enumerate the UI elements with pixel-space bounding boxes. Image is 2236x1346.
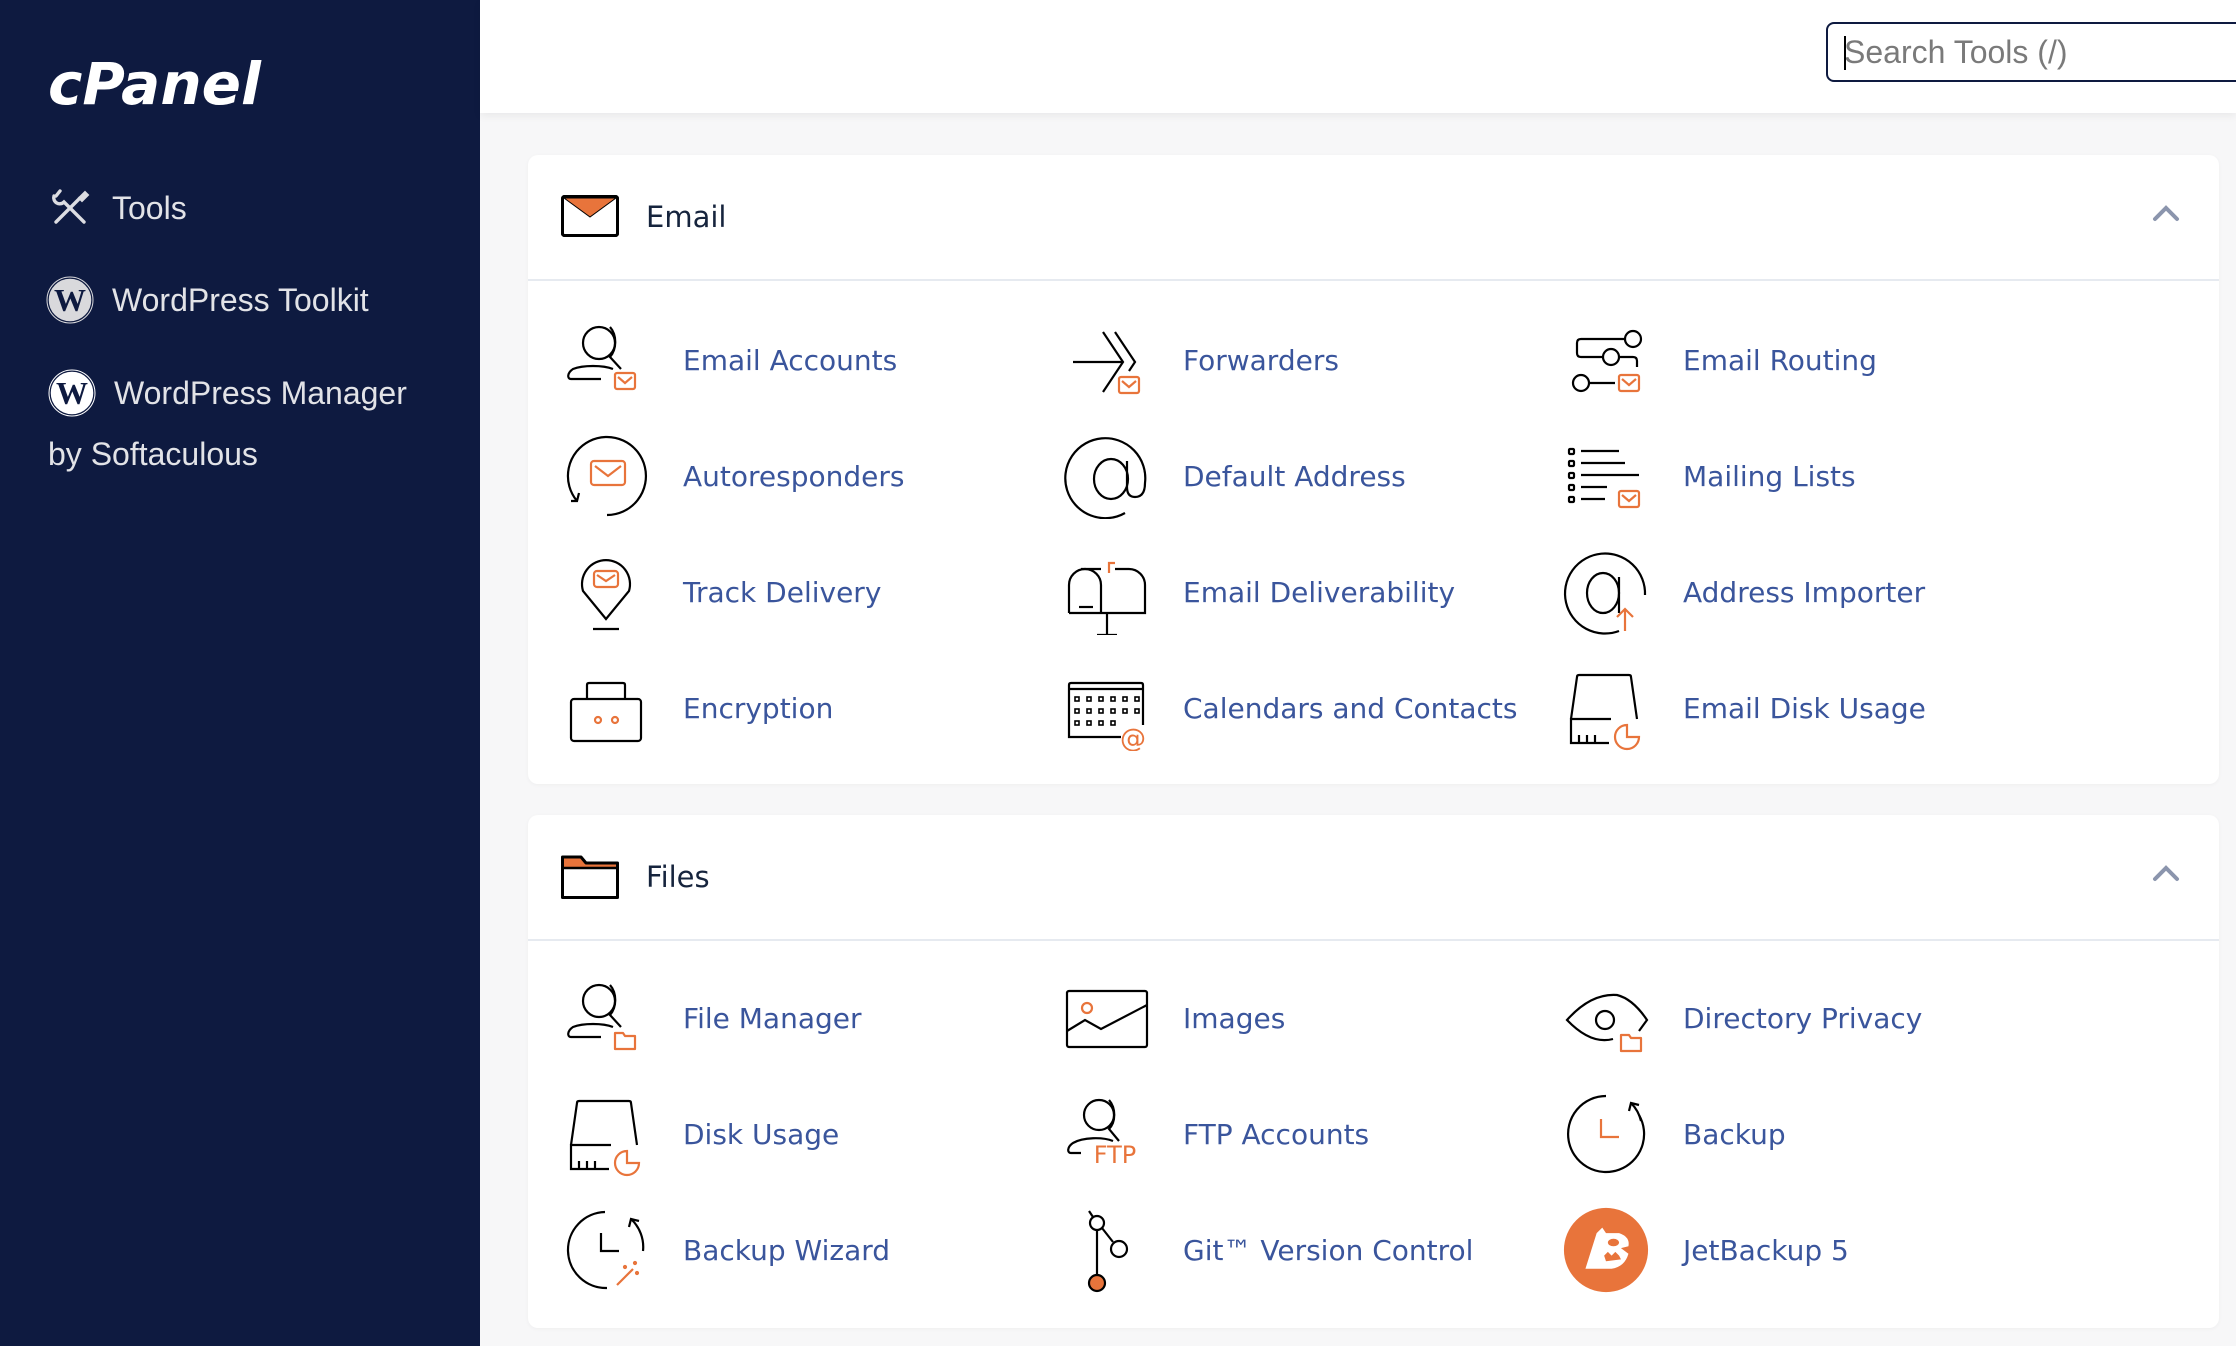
disk-usage-icon [563, 1091, 649, 1177]
envelope-icon [561, 195, 619, 241]
tool-label: Mailing Lists [1683, 459, 1856, 493]
tool-mailing-lists[interactable]: Mailing Lists [1563, 431, 1856, 521]
tool-label: Default Address [1183, 459, 1406, 493]
mailbox-icon [1063, 549, 1149, 635]
tool-label: Email Deliverability [1183, 575, 1456, 609]
section-header-email[interactable]: Email [528, 155, 2219, 281]
wordpress-icon: W [48, 369, 96, 417]
at-sign-icon [1063, 433, 1149, 519]
tool-label: Autoresponders [683, 459, 905, 493]
disk-usage-icon [1563, 665, 1649, 751]
autoresponders-icon [563, 433, 649, 519]
search-input[interactable] [1828, 24, 2236, 80]
sidebar-item-label: WordPress Toolkit [112, 281, 369, 318]
tool-label: Images [1183, 1001, 1286, 1035]
tool-directory-privacy[interactable]: Directory Privacy [1563, 973, 1922, 1063]
sidebar-item-label: Tools [112, 189, 187, 226]
mailing-lists-icon [1563, 433, 1649, 519]
tool-address-importer[interactable]: Address Importer [1563, 547, 1925, 637]
tool-label: Git™ Version Control [1183, 1233, 1474, 1267]
svg-text:@: @ [1120, 724, 1146, 751]
tool-autoresponders[interactable]: Autoresponders [563, 431, 904, 521]
file-manager-icon [563, 975, 649, 1061]
tool-label: Disk Usage [683, 1117, 840, 1151]
tool-email-deliverability[interactable]: Email Deliverability [1063, 547, 1455, 637]
email-accounts-icon [563, 317, 649, 403]
chevron-up-icon[interactable] [2151, 863, 2181, 887]
calendar-icon: @ [1063, 665, 1149, 751]
backup-wizard-icon [563, 1207, 649, 1293]
address-importer-icon [1563, 549, 1649, 635]
svg-text:W: W [56, 375, 88, 411]
tool-label: Email Disk Usage [1683, 691, 1926, 725]
tool-label: Encryption [683, 691, 834, 725]
sidebar-item-sublabel[interactable]: by Softaculous [48, 436, 258, 473]
section-title: Files [646, 860, 710, 894]
tool-label: Forwarders [1183, 343, 1339, 377]
tool-images[interactable]: Images [1063, 973, 1285, 1063]
chevron-up-icon[interactable] [2151, 203, 2181, 227]
git-icon [1063, 1207, 1149, 1293]
tool-label: Email Accounts [683, 343, 898, 377]
sidebar: cPanel Tools W WordPress Toolkit W WordP… [0, 0, 480, 1346]
lock-icon [563, 665, 649, 751]
sidebar-item-label: WordPress Manager [114, 374, 407, 411]
tool-encryption[interactable]: Encryption [563, 663, 833, 753]
section-title: Email [646, 200, 727, 234]
ftp-accounts-icon: FTP [1063, 1091, 1149, 1177]
tool-jetbackup[interactable]: JetBackup 5 [1563, 1205, 1849, 1295]
search-tools-input[interactable] [1826, 22, 2236, 82]
tool-label: Backup [1683, 1117, 1786, 1151]
email-routing-icon [1563, 317, 1649, 403]
tool-label: Calendars and Contacts [1183, 691, 1518, 725]
image-icon [1063, 975, 1149, 1061]
tool-email-disk-usage[interactable]: Email Disk Usage [1563, 663, 1926, 753]
tool-label: FTP Accounts [1183, 1117, 1370, 1151]
tool-label: Email Routing [1683, 343, 1877, 377]
sidebar-item-tools[interactable]: Tools [46, 184, 187, 232]
tool-label: Directory Privacy [1683, 1001, 1923, 1035]
backup-icon [1563, 1091, 1649, 1177]
section-header-files[interactable]: Files [528, 815, 2219, 941]
tool-ftp-accounts[interactable]: FTP FTP Accounts [1063, 1089, 1369, 1179]
sidebar-item-wordpress-toolkit[interactable]: W WordPress Toolkit [46, 276, 369, 324]
tool-label: JetBackup 5 [1683, 1233, 1849, 1267]
tool-disk-usage[interactable]: Disk Usage [563, 1089, 839, 1179]
tool-default-address[interactable]: Default Address [1063, 431, 1406, 521]
sidebar-item-wordpress-manager[interactable]: W WordPress Manager [48, 369, 407, 417]
tool-file-manager[interactable]: File Manager [563, 973, 862, 1063]
cpanel-logo[interactable]: cPanel [48, 52, 288, 112]
tool-label: File Manager [683, 1001, 862, 1035]
forwarders-icon [1063, 317, 1149, 403]
tool-label: Backup Wizard [683, 1233, 891, 1267]
tool-email-accounts[interactable]: Email Accounts [563, 315, 897, 405]
tool-backup-wizard[interactable]: Backup Wizard [563, 1205, 890, 1295]
location-pin-icon [563, 549, 649, 635]
tool-label: Address Importer [1683, 575, 1926, 609]
svg-text:W: W [54, 282, 86, 318]
jetbackup-icon [1563, 1207, 1649, 1293]
text-caret [1844, 36, 1846, 70]
tools-icon [46, 184, 94, 232]
tool-calendars-contacts[interactable]: @ Calendars and Contacts [1063, 663, 1518, 753]
tool-git-version-control[interactable]: Git™ Version Control [1063, 1205, 1473, 1295]
logo-text: cPanel [48, 52, 262, 112]
tool-backup[interactable]: Backup [1563, 1089, 1786, 1179]
folder-icon [561, 855, 619, 901]
tool-forwarders[interactable]: Forwarders [1063, 315, 1339, 405]
tool-track-delivery[interactable]: Track Delivery [563, 547, 881, 637]
tool-label: Track Delivery [683, 575, 882, 609]
wordpress-icon: W [46, 276, 94, 324]
tool-email-routing[interactable]: Email Routing [1563, 315, 1877, 405]
svg-text:FTP: FTP [1094, 1141, 1137, 1169]
eye-icon [1563, 975, 1649, 1061]
